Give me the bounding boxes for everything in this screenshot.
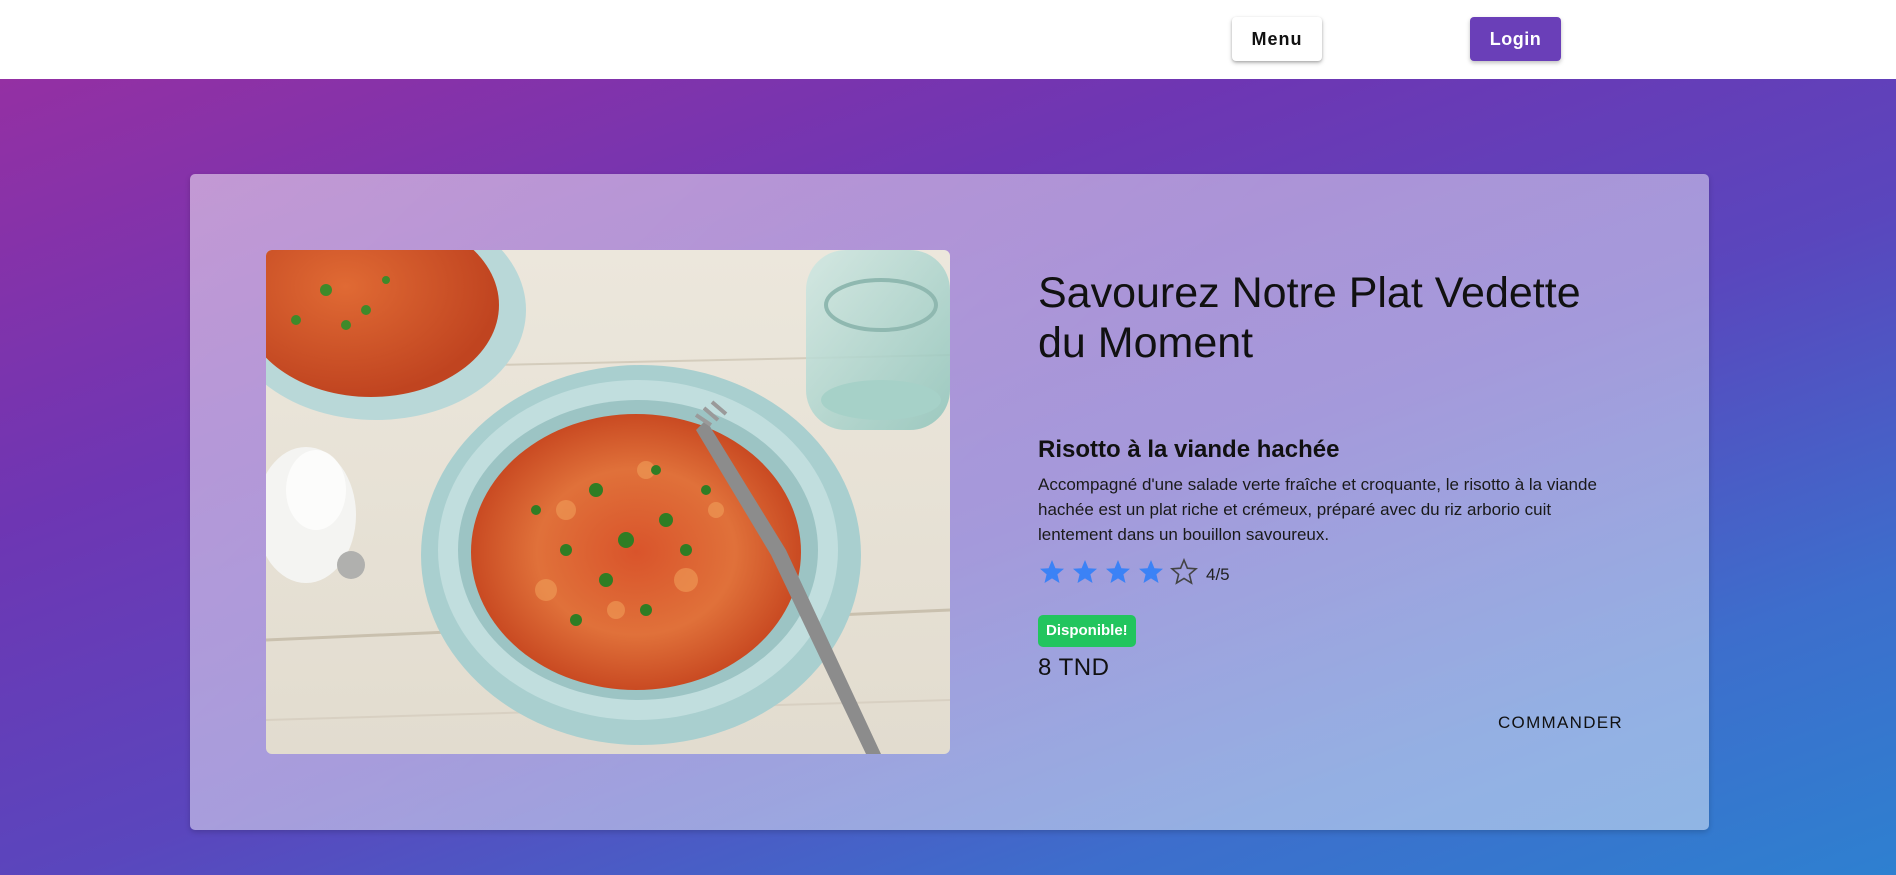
star-filled-icon <box>1139 560 1163 583</box>
rating: 4/5 <box>1038 557 1230 587</box>
dish-name: Risotto à la viande hachée <box>1038 436 1340 463</box>
rating-stars <box>1038 558 1203 586</box>
risotto-dish-image <box>266 250 950 754</box>
login-button[interactable]: Login <box>1470 17 1561 61</box>
dish-description: Accompagné d'une salade verte fraîche et… <box>1038 475 1597 544</box>
dish-price: 8 TND <box>1038 654 1110 681</box>
star-filled-icon <box>1073 560 1097 583</box>
rating-text: 4/5 <box>1206 565 1230 584</box>
star-empty-icon <box>1170 558 1198 585</box>
order-button[interactable]: COMMANDER <box>1473 704 1623 742</box>
availability-badge: Disponible! <box>1038 615 1136 647</box>
featured-dish-card: Savourez Notre Plat Vedette du Moment Ri… <box>190 174 1709 830</box>
menu-button[interactable]: Menu <box>1232 17 1322 61</box>
star-filled-icon <box>1040 560 1064 583</box>
top-navbar: Menu Login <box>0 0 1896 79</box>
featured-headline: Savourez Notre Plat Vedette du Moment <box>1038 269 1581 367</box>
hero-section: Savourez Notre Plat Vedette du Moment Ri… <box>0 79 1896 875</box>
star-filled-icon <box>1106 560 1130 583</box>
